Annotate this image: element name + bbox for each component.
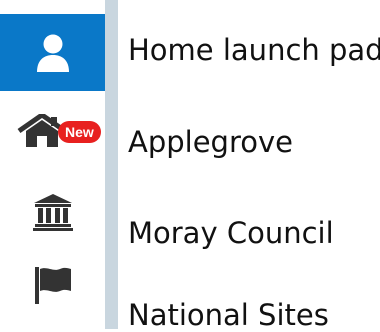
sidebar-scroll-strip — [105, 0, 118, 329]
institution-icon — [32, 194, 73, 231]
flag-icon — [34, 267, 71, 304]
nav-label-home-launch-pad[interactable]: Home launch pad — [128, 33, 380, 67]
sidebar-item-moray-council[interactable] — [0, 190, 105, 234]
user-icon — [36, 34, 69, 72]
sidebar-item-home-launch-pad[interactable] — [0, 14, 105, 91]
sidebar-item-national-sites[interactable] — [0, 262, 105, 306]
sidebar: New — [0, 0, 105, 329]
new-badge: New — [58, 121, 101, 143]
nav-label-moray-council[interactable]: Moray Council — [128, 216, 334, 250]
nav-label-national-sites[interactable]: National Sites — [128, 298, 329, 332]
nav-label-applegrove[interactable]: Applegrove — [128, 125, 293, 159]
